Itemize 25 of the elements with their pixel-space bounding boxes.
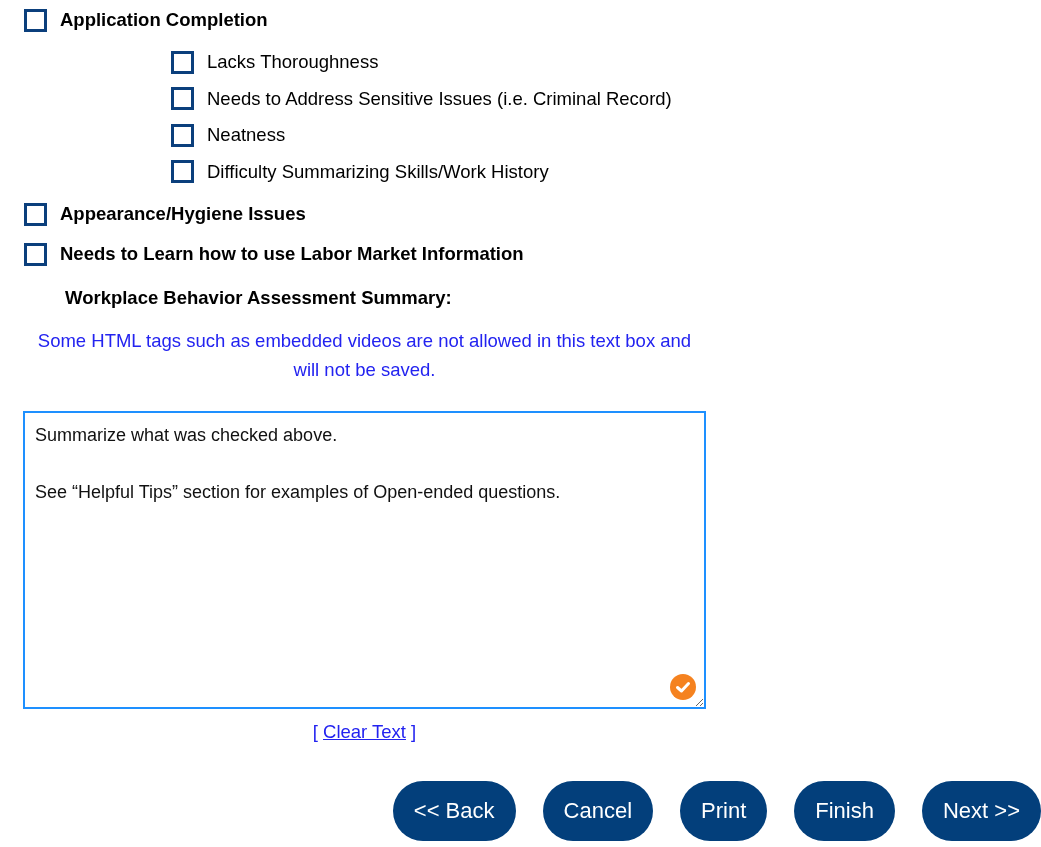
checkbox-label: Difficulty Summarizing Skills/Work History	[207, 160, 549, 183]
checkbox-label: Needs to Address Sensitive Issues (i.e. Criminal Record)	[207, 87, 672, 110]
clear-text-link[interactable]: Clear Text	[323, 721, 406, 742]
checkbox[interactable]	[171, 87, 194, 111]
checkbox[interactable]	[24, 242, 47, 266]
clear-text-line: [ Clear Text ]	[312, 720, 417, 744]
checkbox[interactable]	[171, 123, 194, 147]
section-heading: Workplace Behavior Assessment Summary:	[65, 286, 452, 310]
checkbox[interactable]	[24, 8, 47, 32]
nav-button[interactable]: Cancel	[542, 781, 653, 841]
checkbox-label: Appearance/Hygiene Issues	[60, 203, 306, 225]
checkbox-label: Neatness	[207, 124, 286, 147]
checkbox-label: Application Completion	[60, 9, 268, 31]
summary-textarea[interactable]: Summarize what was checked above. See “Helpful Tips” section for examples of Open-ended questions.	[23, 411, 706, 709]
check-circle-icon[interactable]	[670, 674, 696, 700]
checkbox[interactable]	[171, 160, 194, 184]
checkbox-label: Lacks Thoroughness	[207, 51, 379, 74]
nav-button[interactable]: Finish	[794, 781, 895, 841]
checkbox[interactable]	[24, 202, 47, 226]
nav-button[interactable]: Next >>	[921, 781, 1041, 841]
notice-text: Some HTML tags such as embedded videos are not allowed in this text box and will not be saved.	[36, 329, 693, 382]
nav-button[interactable]: << Back	[392, 781, 516, 841]
nav-button[interactable]: Print	[680, 781, 768, 841]
checkbox[interactable]	[171, 50, 194, 74]
checkbox-label: Needs to Learn how to use Labor Market Information	[60, 243, 524, 265]
